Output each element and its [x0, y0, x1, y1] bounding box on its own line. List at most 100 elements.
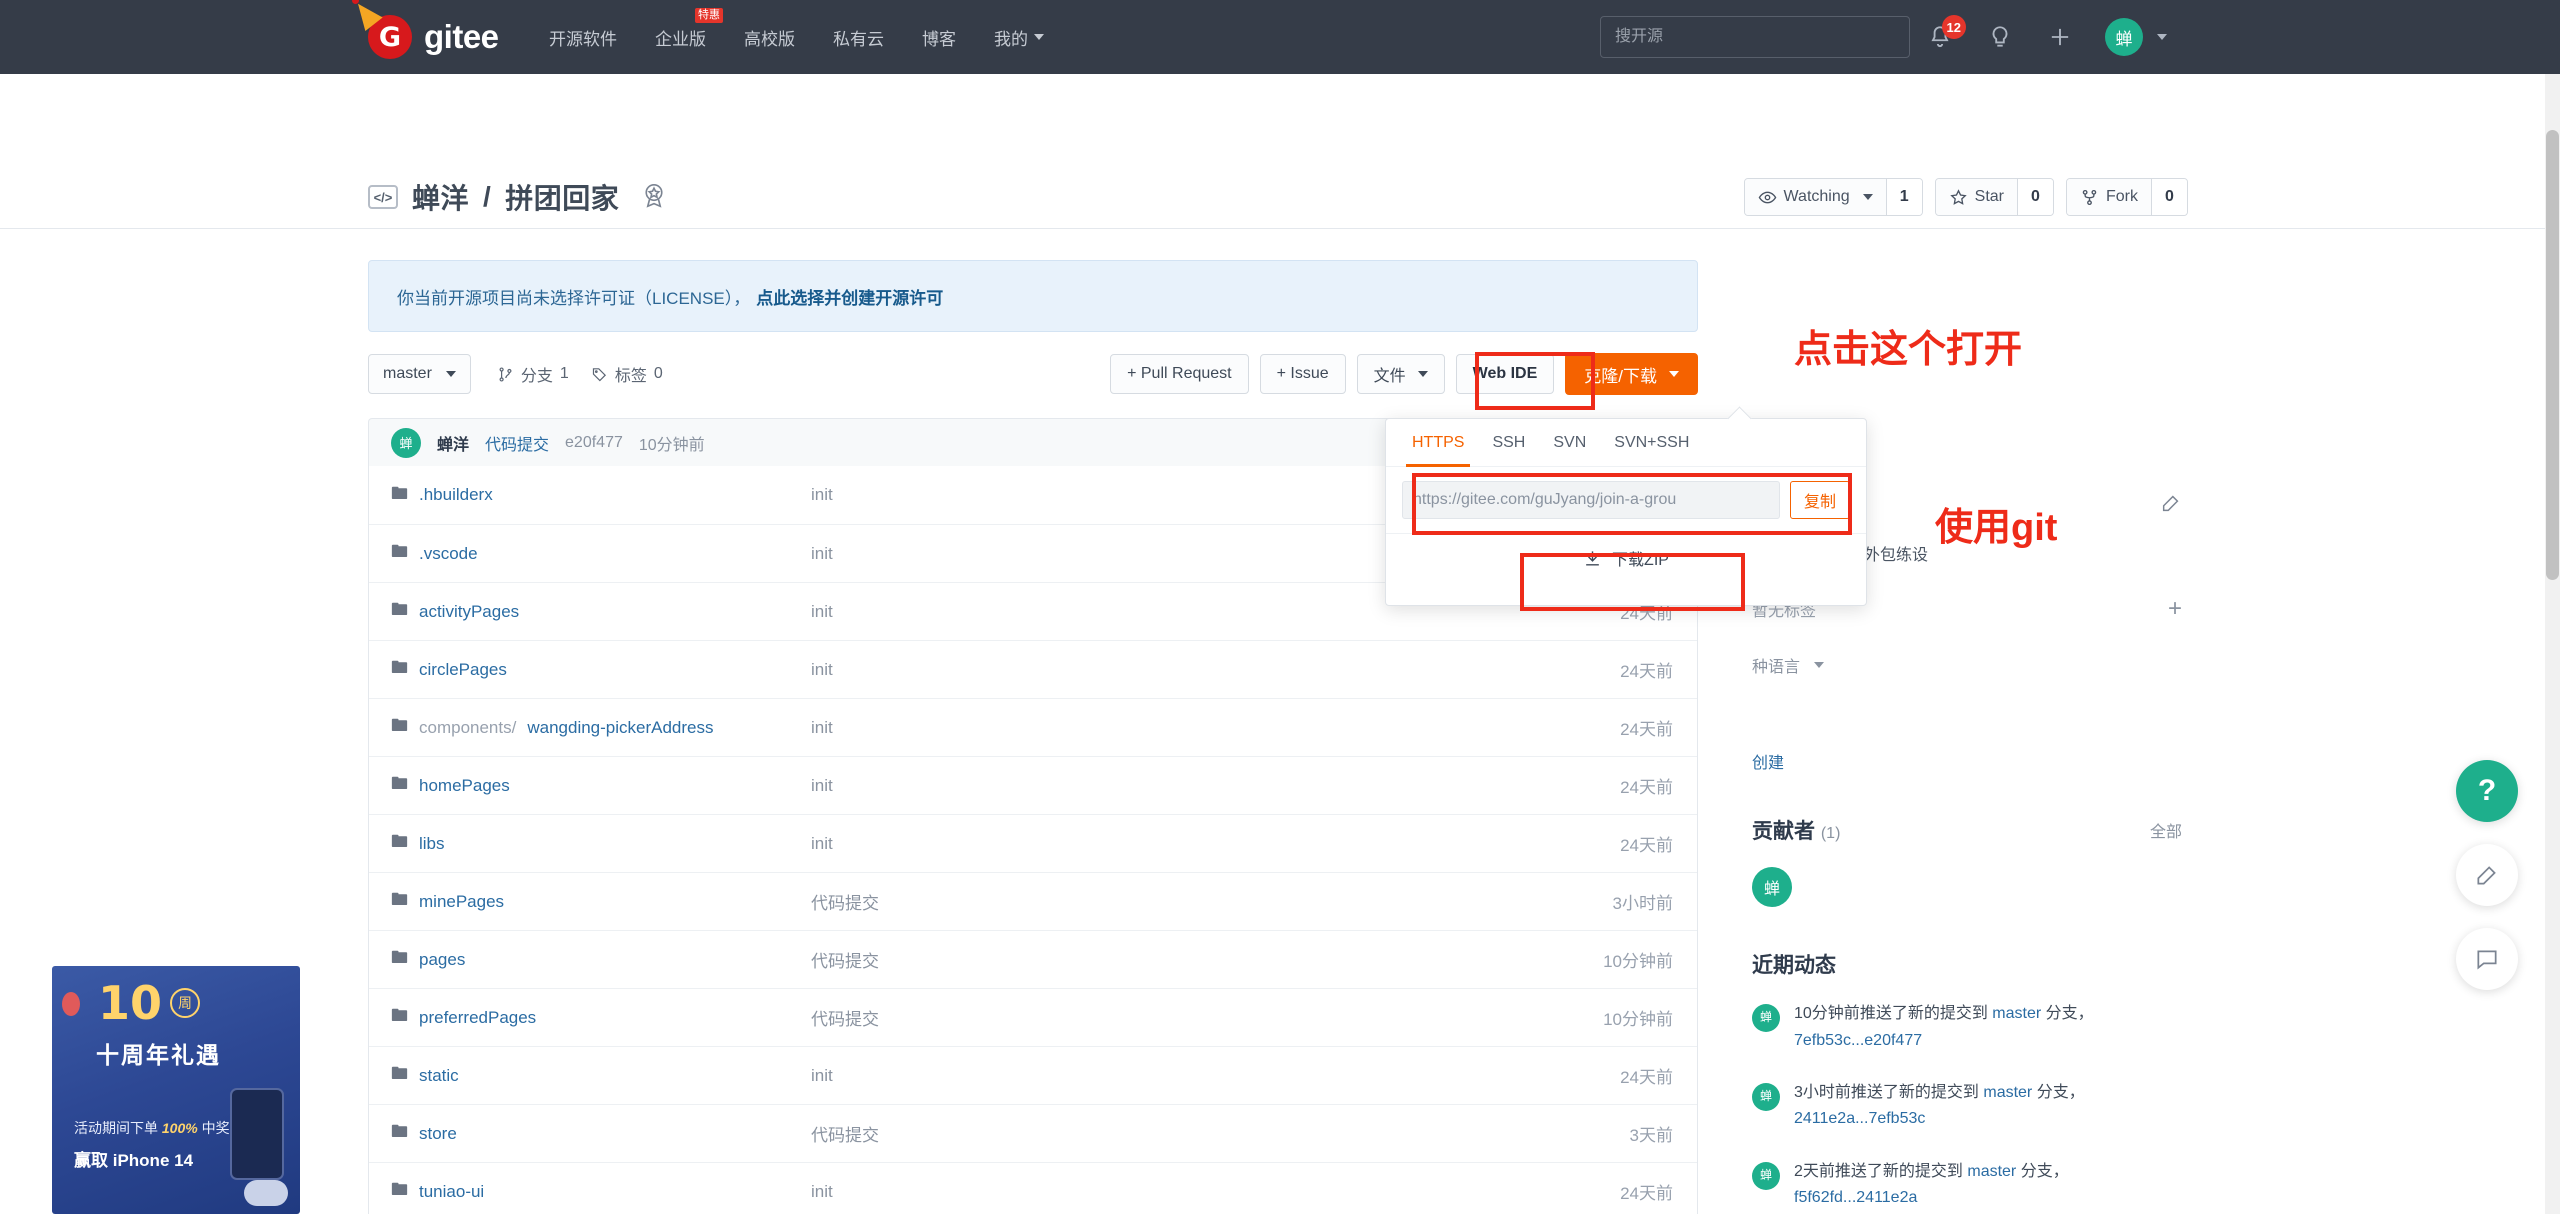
file-link[interactable]: 🖿 tuniao-ui	[391, 1177, 811, 1206]
clone-tab-svn[interactable]: SVN	[1539, 419, 1600, 467]
clone-tab-ssh[interactable]: SSH	[1478, 419, 1539, 467]
table-row[interactable]: 🖿 homePages init 24天前	[369, 756, 1697, 814]
commit-author[interactable]: 蝉洋	[437, 431, 469, 455]
add-tag-button[interactable]: +	[2168, 597, 2182, 621]
commit-message[interactable]: 代码提交	[485, 431, 549, 455]
activity-sha[interactable]: 7efb53c...e20f477	[1794, 1032, 1922, 1049]
avatar[interactable]: 蝉	[1752, 1161, 1780, 1190]
clone-url-input[interactable]	[1402, 481, 1780, 519]
help-button[interactable]: ?	[2456, 760, 2518, 822]
file-commit-message[interactable]: init	[811, 1182, 1451, 1202]
gitee-logo[interactable]: G gitee	[349, 0, 499, 64]
activity-branch[interactable]: master	[1992, 1005, 2041, 1022]
clone-tab-svn-ssh[interactable]: SVN+SSH	[1600, 419, 1703, 467]
nav-item-opensource[interactable]: 开源软件	[530, 0, 636, 74]
avatar[interactable]: 蝉	[1752, 867, 1792, 908]
contributors-all-link[interactable]: 全部	[2150, 818, 2182, 842]
edit-description-button[interactable]	[2160, 492, 2182, 519]
activity-sha[interactable]: 2411e2a...7efb53c	[1794, 1110, 1925, 1127]
avatar[interactable]: 蝉	[1752, 1004, 1780, 1033]
add-new-button[interactable]	[2045, 22, 2075, 52]
nav-item-university[interactable]: 高校版	[725, 0, 814, 74]
web-ide-button[interactable]: Web IDE	[1455, 354, 1555, 394]
global-search[interactable]	[1600, 16, 1910, 58]
file-link[interactable]: 🖿 activityPages	[391, 597, 811, 626]
nav-item-mine[interactable]: 我的	[975, 0, 1063, 74]
copy-url-button[interactable]: 复制	[1789, 481, 1850, 519]
files-menu-button[interactable]: 文件	[1356, 354, 1445, 394]
fork-button-group[interactable]: Fork 0	[2066, 178, 2188, 216]
table-row[interactable]: 🖿 circlePages init 24天前	[369, 640, 1697, 698]
activity-branch[interactable]: master	[1983, 1084, 2032, 1101]
fork-count[interactable]: 0	[2151, 179, 2187, 215]
file-link[interactable]: 🖿 store	[391, 1119, 811, 1148]
star-count[interactable]: 0	[2017, 179, 2053, 215]
activity-sha[interactable]: f5f62fd...2411e2a	[1794, 1189, 1917, 1206]
activity-branch[interactable]: master	[1967, 1163, 2016, 1180]
file-link[interactable]: 🖿 .hbuilderx	[391, 481, 811, 510]
file-commit-message[interactable]: 代码提交	[811, 947, 1451, 972]
table-row[interactable]: 🖿 store 代码提交 3天前	[369, 1104, 1697, 1162]
file-link[interactable]: 🖿 static	[391, 1061, 811, 1090]
language-selector[interactable]: 种语言	[1752, 653, 2182, 677]
download-zip-button[interactable]: 下载ZIP	[1386, 534, 1866, 582]
file-commit-message[interactable]: init	[811, 776, 1451, 796]
create-link[interactable]: 创建	[1752, 749, 2182, 773]
star-button-group[interactable]: Star 0	[1934, 178, 2054, 216]
file-commit-message[interactable]: init	[811, 602, 1451, 622]
notifications-button[interactable]: 12	[1925, 15, 1966, 52]
clone-download-button[interactable]: 克隆/下载	[1565, 353, 1698, 395]
file-link[interactable]: 🖿 homePages	[391, 771, 811, 800]
table-row[interactable]: 🖿 static init 24天前	[369, 1046, 1697, 1104]
avatar[interactable]: 蝉	[1752, 1082, 1780, 1111]
table-row[interactable]: 🖿 minePages 代码提交 3小时前	[369, 872, 1697, 930]
file-commit-message[interactable]: init	[811, 834, 1451, 854]
commit-sha[interactable]: e20f477	[565, 434, 623, 452]
file-commit-message[interactable]: init	[811, 718, 1451, 738]
avatar[interactable]: 蝉	[391, 427, 421, 458]
table-row[interactable]: 🖿 components/wangding-pickerAddress init…	[369, 698, 1697, 756]
lightbulb-icon[interactable]	[1985, 22, 2015, 52]
table-row[interactable]: 🖿 pages 代码提交 10分钟前	[369, 930, 1697, 988]
table-row[interactable]: 🖿 preferredPages 代码提交 10分钟前	[369, 988, 1697, 1046]
user-menu[interactable]: 蝉	[2105, 18, 2167, 56]
new-pull-request-button[interactable]: + Pull Request	[1110, 354, 1249, 394]
clone-tab-https[interactable]: HTTPS	[1398, 419, 1478, 467]
watch-button-group[interactable]: Watching 1	[1743, 178, 1923, 216]
file-link[interactable]: 🖿 preferredPages	[391, 1003, 811, 1032]
license-create-link[interactable]: 点此选择并创建开源许可	[756, 284, 943, 309]
file-link[interactable]: 🖿 libs	[391, 829, 811, 858]
chat-feedback-button[interactable]	[2456, 928, 2518, 990]
fork-button[interactable]: Fork	[2067, 179, 2151, 215]
file-commit-message[interactable]: init	[811, 1066, 1451, 1086]
nav-item-privatecloud[interactable]: 私有云	[814, 0, 903, 74]
branch-selector[interactable]: master	[368, 354, 471, 394]
file-link[interactable]: 🖿 circlePages	[391, 655, 811, 684]
file-commit-message[interactable]: init	[811, 660, 1451, 680]
repo-name[interactable]: 拼团回家	[505, 177, 619, 217]
file-commit-message[interactable]: init	[811, 485, 1451, 505]
watch-count[interactable]: 1	[1885, 179, 1922, 215]
file-link[interactable]: 🖿 pages	[391, 945, 811, 974]
tags-stat[interactable]: 标签 0	[591, 362, 663, 386]
file-link[interactable]: 🖿 minePages	[391, 887, 811, 916]
promo-ad-banner[interactable]: 10 周 十周年礼遇 活动期间下单 100% 中奖 赢取 iPhone 14	[52, 966, 300, 1214]
file-link[interactable]: 🖿 .vscode	[391, 539, 811, 568]
edit-feedback-button[interactable]	[2456, 844, 2518, 906]
table-row[interactable]: 🖿 libs init 24天前	[369, 814, 1697, 872]
scrollbar-thumb[interactable]	[2546, 130, 2559, 580]
nav-item-enterprise[interactable]: 企业版 特惠	[636, 0, 725, 74]
nav-item-blog[interactable]: 博客	[903, 0, 975, 74]
repo-owner[interactable]: 蝉洋	[412, 177, 469, 217]
search-input[interactable]	[1601, 17, 1909, 57]
file-link[interactable]: 🖿 components/wangding-pickerAddress	[391, 713, 811, 742]
file-commit-message[interactable]: 代码提交	[811, 1005, 1451, 1030]
watch-button[interactable]: Watching	[1744, 179, 1886, 215]
new-issue-button[interactable]: + Issue	[1259, 354, 1346, 394]
file-commit-message[interactable]: 代码提交	[811, 889, 1451, 914]
file-commit-message[interactable]: 代码提交	[811, 1121, 1451, 1146]
star-button[interactable]: Star	[1935, 179, 2017, 215]
file-commit-message[interactable]: init	[811, 544, 1451, 564]
branches-stat[interactable]: 分支 1	[497, 362, 569, 386]
table-row[interactable]: 🖿 tuniao-ui init 24天前	[369, 1162, 1697, 1214]
